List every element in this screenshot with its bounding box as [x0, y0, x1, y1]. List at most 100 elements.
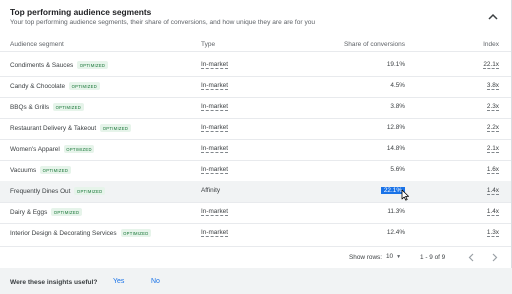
- collapse-button[interactable]: [486, 9, 500, 23]
- table-row: Candy & Chocolate OPTIMIZED In-market 4.…: [0, 76, 511, 98]
- optimized-badge: OPTIMIZED: [69, 82, 100, 90]
- index-value[interactable]: 1.3x: [486, 229, 499, 237]
- optimized-badge: OPTIMIZED: [74, 187, 105, 195]
- type-cell: In-market: [201, 166, 228, 174]
- pagination-range: 1 - 9 of 9: [420, 254, 446, 261]
- insights-card: Top performing audience segments Your to…: [0, 0, 512, 268]
- share-cell: 11.3%: [387, 208, 405, 215]
- index-cell: 2.3x: [486, 103, 499, 111]
- type-cell: In-market: [201, 145, 228, 153]
- index-cell: 1.4x: [486, 187, 499, 195]
- table-row: Condiments & Sauces OPTIMIZED In-market …: [0, 55, 511, 77]
- index-cell: 2.1x: [486, 145, 499, 153]
- segment-name: Condiments & Sauces: [10, 61, 74, 69]
- segment-cell: Vacuums OPTIMIZED: [10, 166, 71, 174]
- column-header-index[interactable]: Index: [483, 41, 499, 48]
- table-row: BBQs & Grills OPTIMIZED In-market 3.8% 2…: [0, 97, 511, 119]
- index-cell: 1.6x: [486, 166, 499, 174]
- next-page-button[interactable]: [489, 251, 501, 263]
- index-value[interactable]: 2.2x: [486, 124, 499, 132]
- index-cell: 3.8x: [486, 82, 499, 90]
- index-value[interactable]: 2.1x: [486, 145, 499, 153]
- column-header-share[interactable]: Share of conversions: [344, 41, 405, 48]
- chevron-up-icon: [488, 13, 498, 20]
- card-title: Top performing audience segments: [10, 7, 152, 17]
- index-value[interactable]: 1.4x: [486, 187, 499, 195]
- segment-name: Women's Apparel: [10, 145, 60, 153]
- segment-cell: Candy & Chocolate OPTIMIZED: [10, 82, 100, 90]
- segment-cell: Dairy & Eggs OPTIMIZED: [10, 208, 82, 216]
- share-cell: 5.6%: [390, 166, 405, 173]
- show-rows-label: Show rows:: [349, 254, 383, 261]
- segment-name: Interior Design & Decorating Services: [10, 229, 117, 237]
- rows-per-page-value: 10: [386, 253, 394, 260]
- feedback-yes-button[interactable]: Yes: [113, 278, 124, 285]
- index-value[interactable]: 1.6x: [486, 166, 499, 174]
- type-cell: In-market: [201, 103, 228, 111]
- segment-name: BBQs & Grills: [10, 103, 50, 111]
- optimized-badge: OPTIMIZED: [53, 103, 84, 111]
- type-cell: In-market: [201, 229, 228, 237]
- index-cell: 2.2x: [486, 124, 499, 132]
- table-row: Dairy & Eggs OPTIMIZED In-market 11.3% 1…: [0, 202, 511, 224]
- type-cell: In-market: [201, 124, 228, 132]
- header-divider: [0, 51, 511, 52]
- optimized-badge: OPTIMIZED: [63, 145, 95, 153]
- share-cell: 12.4%: [386, 229, 405, 236]
- column-header-segment[interactable]: Audience segment: [10, 41, 64, 48]
- feedback-no-button[interactable]: No: [151, 278, 160, 285]
- feedback-bar: Were these insights useful? Yes No: [0, 268, 512, 294]
- optimized-badge: OPTIMIZED: [51, 208, 82, 216]
- column-header-type[interactable]: Type: [201, 41, 215, 48]
- share-cell: 14.8%: [386, 145, 405, 152]
- table-row: Restaurant Delivery & Takeout OPTIMIZED …: [0, 118, 511, 140]
- table-row-hovered: Frequently Dines Out OPTIMIZED Affinity …: [0, 181, 511, 203]
- segment-name: Restaurant Delivery & Takeout: [10, 124, 97, 132]
- segment-cell: Interior Design & Decorating Services OP…: [10, 229, 152, 237]
- type-cell: In-market: [201, 82, 228, 90]
- type-label[interactable]: In-market: [201, 103, 228, 111]
- card-subtitle: Your top performing audience segments, t…: [10, 19, 316, 26]
- segment-cell: BBQs & Grills OPTIMIZED: [10, 103, 84, 111]
- segment-name: Frequently Dines Out: [10, 187, 71, 195]
- type-label[interactable]: In-market: [201, 229, 228, 237]
- optimized-badge: OPTIMIZED: [100, 124, 131, 132]
- table-row: Interior Design & Decorating Services OP…: [0, 223, 511, 244]
- type-label[interactable]: In-market: [201, 208, 228, 216]
- previous-page-button[interactable]: [465, 251, 477, 263]
- table-row: Women's Apparel OPTIMIZED In-market 14.8…: [0, 139, 511, 161]
- segment-cell: Women's Apparel OPTIMIZED: [10, 145, 95, 153]
- chevron-left-icon: [468, 253, 474, 261]
- type-label[interactable]: In-market: [201, 166, 228, 174]
- segment-cell: Frequently Dines Out OPTIMIZED: [10, 187, 105, 195]
- optimized-badge: OPTIMIZED: [77, 61, 108, 69]
- chevron-right-icon: [492, 253, 498, 261]
- optimized-badge: OPTIMIZED: [40, 166, 71, 174]
- index-value[interactable]: 22.1x: [483, 61, 499, 69]
- type-label[interactable]: In-market: [201, 145, 228, 153]
- index-value[interactable]: 3.8x: [486, 82, 499, 90]
- index-value[interactable]: 2.3x: [486, 103, 499, 111]
- segment-name: Dairy & Eggs: [10, 208, 48, 216]
- share-cell: 12.8%: [386, 124, 405, 131]
- feedback-question: Were these insights useful?: [10, 279, 98, 286]
- table-row: Vacuums OPTIMIZED In-market 5.6% 1.6x: [0, 160, 511, 182]
- footer-divider: [0, 246, 511, 247]
- rows-per-page-select[interactable]: 10 ▼: [386, 253, 401, 260]
- optimized-badge: OPTIMIZED: [120, 229, 152, 237]
- index-cell: 1.4x: [486, 208, 499, 216]
- type-cell: In-market: [201, 208, 228, 216]
- segment-name: Vacuums: [10, 166, 37, 174]
- segment-cell: Restaurant Delivery & Takeout OPTIMIZED: [10, 124, 131, 132]
- mouse-pointer-icon: [401, 189, 409, 201]
- type-label[interactable]: In-market: [201, 124, 228, 132]
- type-label[interactable]: In-market: [201, 82, 228, 90]
- type-label[interactable]: In-market: [201, 61, 228, 69]
- index-cell: 1.3x: [486, 229, 499, 237]
- index-value[interactable]: 1.4x: [486, 208, 499, 216]
- index-cell: 22.1x: [483, 61, 499, 69]
- segment-name: Candy & Chocolate: [10, 82, 66, 90]
- share-cell: 19.1%: [386, 61, 405, 68]
- share-cell: 3.8%: [390, 103, 405, 110]
- type-cell: Affinity: [201, 187, 221, 194]
